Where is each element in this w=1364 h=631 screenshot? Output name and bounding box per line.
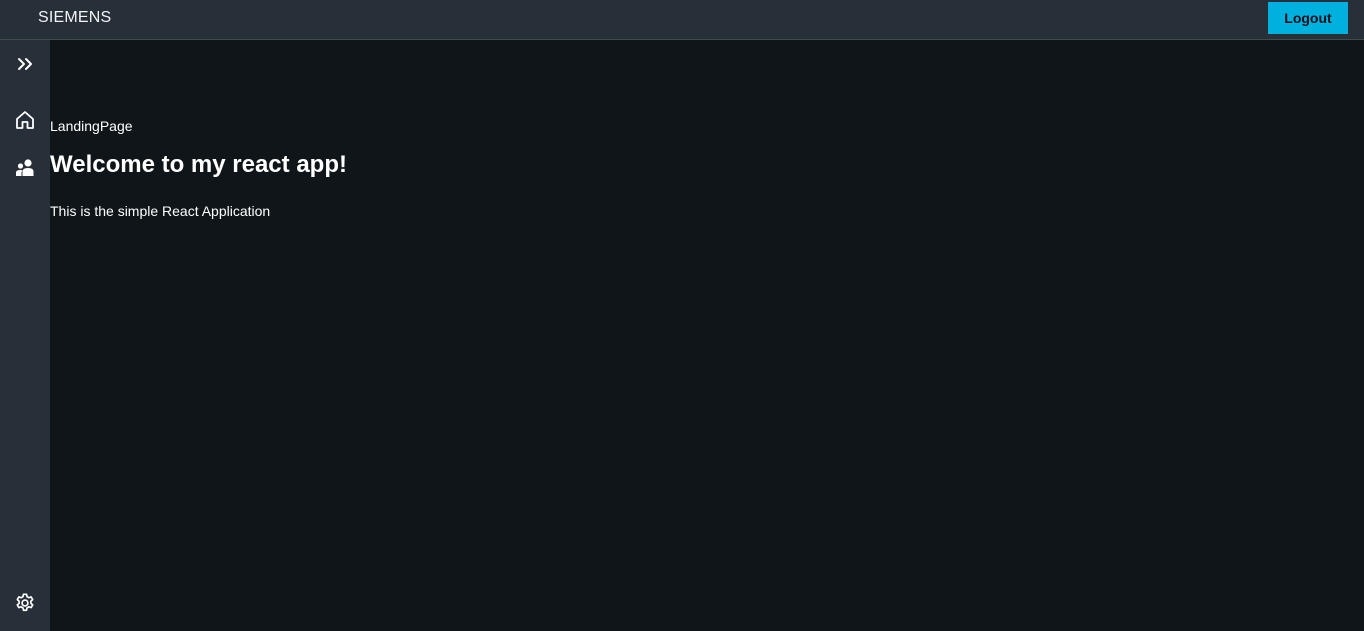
page-label: LandingPage [50,118,133,134]
logout-button[interactable]: Logout [1268,2,1348,34]
sidebar-expand-button[interactable] [0,44,50,84]
brand-logo: SIEMENS [38,9,112,26]
sidebar [0,40,50,631]
users-icon [16,159,34,176]
page-title: Welcome to my react app! [50,151,347,178]
top-bar: SIEMENS Logout [0,0,1364,40]
gear-icon [16,593,34,612]
double-chevron-right-icon [18,58,32,70]
page-description: This is the simple React Application [50,203,271,219]
sidebar-item-settings[interactable] [0,583,50,623]
main-content: LandingPage Welcome to my react app! Thi… [50,40,1364,631]
sidebar-item-home[interactable] [0,100,50,140]
sidebar-item-users[interactable] [0,148,50,188]
home-icon [16,111,34,129]
